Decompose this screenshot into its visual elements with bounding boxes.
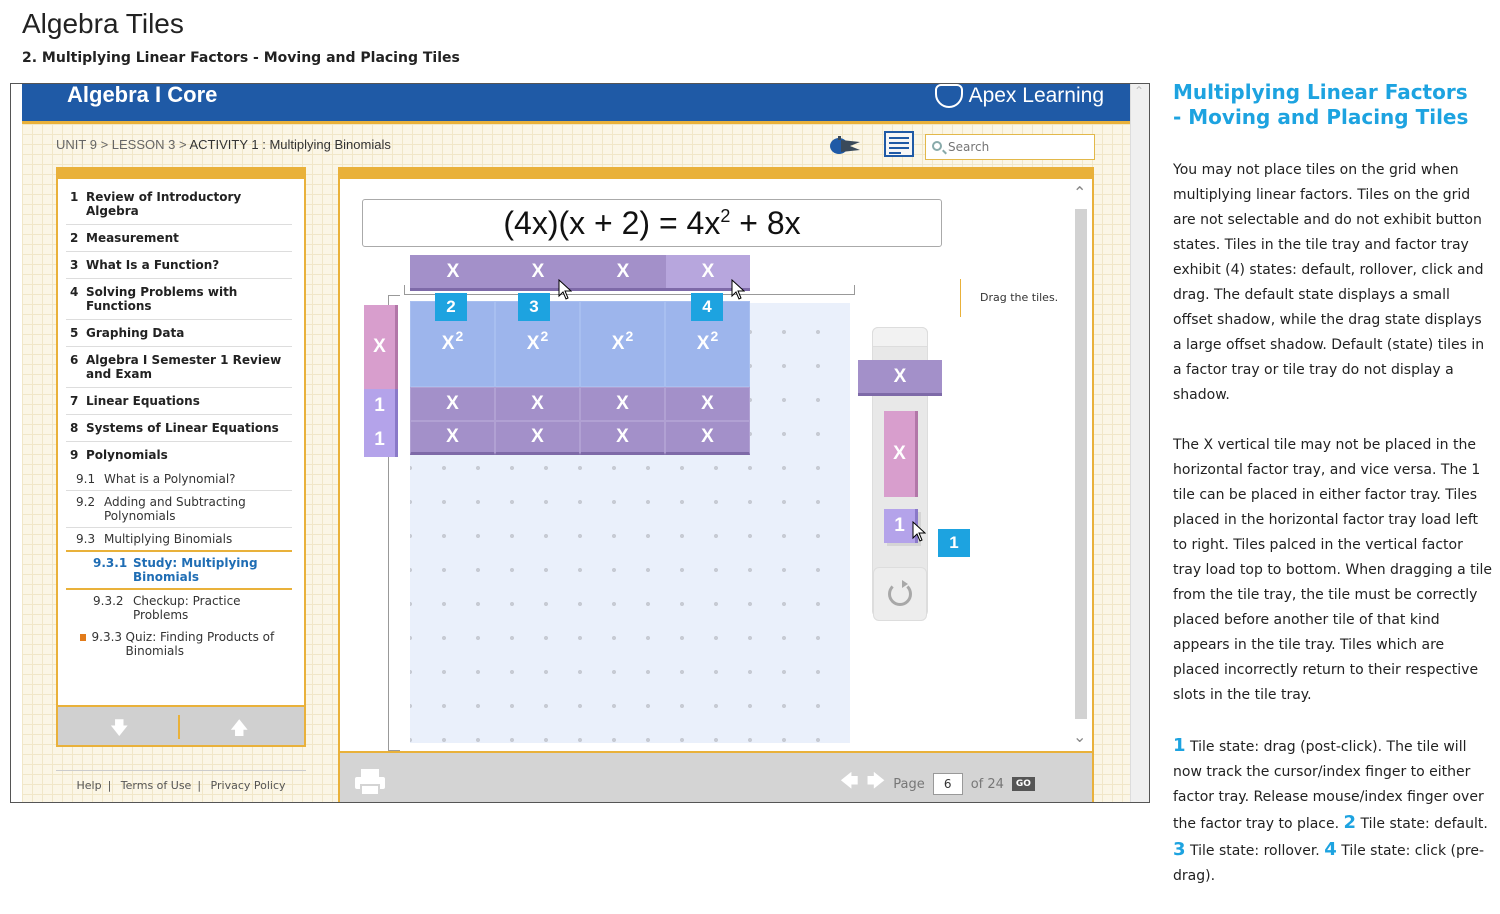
go-button[interactable]: GO [1011,777,1035,791]
arrow-up-icon[interactable]: 🡅 [230,716,249,746]
side-title: Multiplying Linear Factors - Moving and … [1173,80,1469,129]
breadcrumb: UNIT 9 > LESSON 3 > ACTIVITY 1 : Multipl… [56,137,391,152]
app-window: Algebra I Core Apex Learning UNIT 9 > LE… [22,84,1130,802]
pager: 🡄 🡆 Page of 24 GO [840,769,1035,799]
side-paragraph: You may not place tiles on the grid when… [1173,162,1485,403]
nav-subsub-item[interactable]: 9.3.3 Quiz: Finding Products of Binomials [66,626,292,662]
crumb-activity: ACTIVITY 1 : Multiplying Binomials [189,137,391,152]
nav-item[interactable]: 7 Linear Equations [66,388,292,415]
nav-item[interactable]: 1 Review of Introductory Algebra [66,184,292,225]
content-scrollbar[interactable]: ⌃ ⌄ [1070,179,1092,749]
brand-logo: Apex Learning [934,84,1104,108]
product-x-tile: X [580,387,665,421]
doc-subtitle: 2. Multiplying Linear Factors - Moving a… [22,50,460,66]
nav-item[interactable]: 4 Solving Problems with Functions [66,279,292,320]
product-x-tile: X [410,421,495,455]
product-x-tile: X [580,421,665,455]
search-icon [932,141,942,151]
nav-item[interactable]: 6 Algebra I Semester 1 Review and Exam [66,347,292,388]
callout-3: 3 [518,293,550,321]
nav-item[interactable]: 2 Measurement [66,225,292,252]
legal-links: Help | Terms of Use | Privacy Policy [56,770,306,792]
side-description: You may not place tiles on the grid when… [1173,158,1493,914]
terms-link[interactable]: Terms of Use [121,779,192,792]
chevron-up-icon[interactable]: ⌃ [1134,84,1144,98]
product-x-tile: X [665,387,750,421]
chevron-down-icon[interactable]: ⌄ [1073,727,1086,746]
crumb-lesson[interactable]: LESSON 3 [112,137,176,152]
speaker-icon[interactable] [828,134,862,156]
side-paragraph: The X vertical tile may not be placed in… [1173,437,1493,703]
nav-sub-item[interactable]: 9.3 Multiplying Binomials [66,528,292,550]
app-screenshot-frame: Algebra I Core Apex Learning UNIT 9 > LE… [10,83,1150,803]
window-scrollbar[interactable]: ⌃ [1130,84,1149,802]
v-factor-one-tile[interactable]: 1 [364,389,398,423]
notes-list-icon[interactable] [884,131,914,157]
callout-4: 4 [691,293,723,321]
cursor-arrow-icon [912,521,926,542]
tray-x-horizontal-tile[interactable]: X [858,360,942,396]
nav-sub-item[interactable]: 9.2 Adding and Subtracting Polynomials [66,491,292,528]
apex-logo-icon [934,84,963,108]
content-footer: 🡄 🡆 Page of 24 GO [340,751,1092,802]
reset-icon [888,580,912,606]
app-title: Algebra I Core [67,83,218,107]
print-icon[interactable] [354,767,386,797]
side-paragraph-states: 1 Tile state: drag (post-click). The til… [1173,735,1488,884]
privacy-link[interactable]: Privacy Policy [211,779,286,792]
h-factor-x-tile[interactable]: X [580,255,666,291]
cursor-arrow-icon [731,279,745,300]
callout-2: 2 [435,293,467,321]
brand-name: Apex Learning [968,84,1104,107]
product-x-tile: X [410,387,495,421]
product-x-tile: X [495,421,580,455]
search-input[interactable] [948,138,1088,156]
tray-x-vertical-tile[interactable]: X [884,411,918,497]
nav-footer: 🡇 🡅 [58,705,304,745]
nav-item[interactable]: 8 Systems of Linear Equations [66,415,292,442]
crumb-unit[interactable]: UNIT 9 [56,137,97,152]
nav-subsub-item[interactable]: 9.3.2 Checkup: Practice Problems [66,590,292,626]
nav-subsub-item-active[interactable]: 9.3.1 Study: Multiplying Binomials [66,550,292,590]
callout-1: 1 [938,529,970,557]
course-nav: 1 Review of Introductory Algebra 2 Measure… [56,167,306,747]
next-page-icon[interactable]: 🡆 [867,769,886,799]
page-number-input[interactable] [932,773,963,795]
nav-item[interactable]: 9 Polynomials [66,442,292,468]
chevron-up-icon[interactable]: ⌃ [1073,183,1086,202]
product-x-tile: X [665,421,750,455]
app-header: Algebra I Core Apex Learning [22,84,1130,124]
v-factor-x-tile[interactable]: X [364,305,398,389]
reset-button[interactable] [873,567,927,621]
cursor-arrow-icon [558,279,572,300]
equation-display: (4x)(x + 2) = 4x2 + 8x [362,199,942,247]
previous-page-icon[interactable]: 🡄 [840,769,859,799]
nav-item[interactable]: 3 What Is a Function? [66,252,292,279]
nav-sub-item[interactable]: 9.1 What is a Polynomial? [66,468,292,491]
instruction-text: Drag the tiles. [980,291,1059,304]
v-factor-one-tile[interactable]: 1 [364,423,398,457]
doc-title: Algebra Tiles [22,8,184,39]
help-link[interactable]: Help [76,779,101,792]
product-x2-tile: X2 [580,301,665,387]
search-box[interactable] [925,134,1095,160]
h-factor-x-tile[interactable]: X [410,255,496,291]
nav-item[interactable]: 5 Graphing Data [66,320,292,347]
quiz-marker-icon [80,634,86,641]
product-x-tile: X [495,387,580,421]
arrow-down-icon[interactable]: 🡇 [110,716,129,746]
activity-panel: (4x)(x + 2) = 4x2 + 8x X X X X X 1 1 X2 … [338,167,1094,802]
